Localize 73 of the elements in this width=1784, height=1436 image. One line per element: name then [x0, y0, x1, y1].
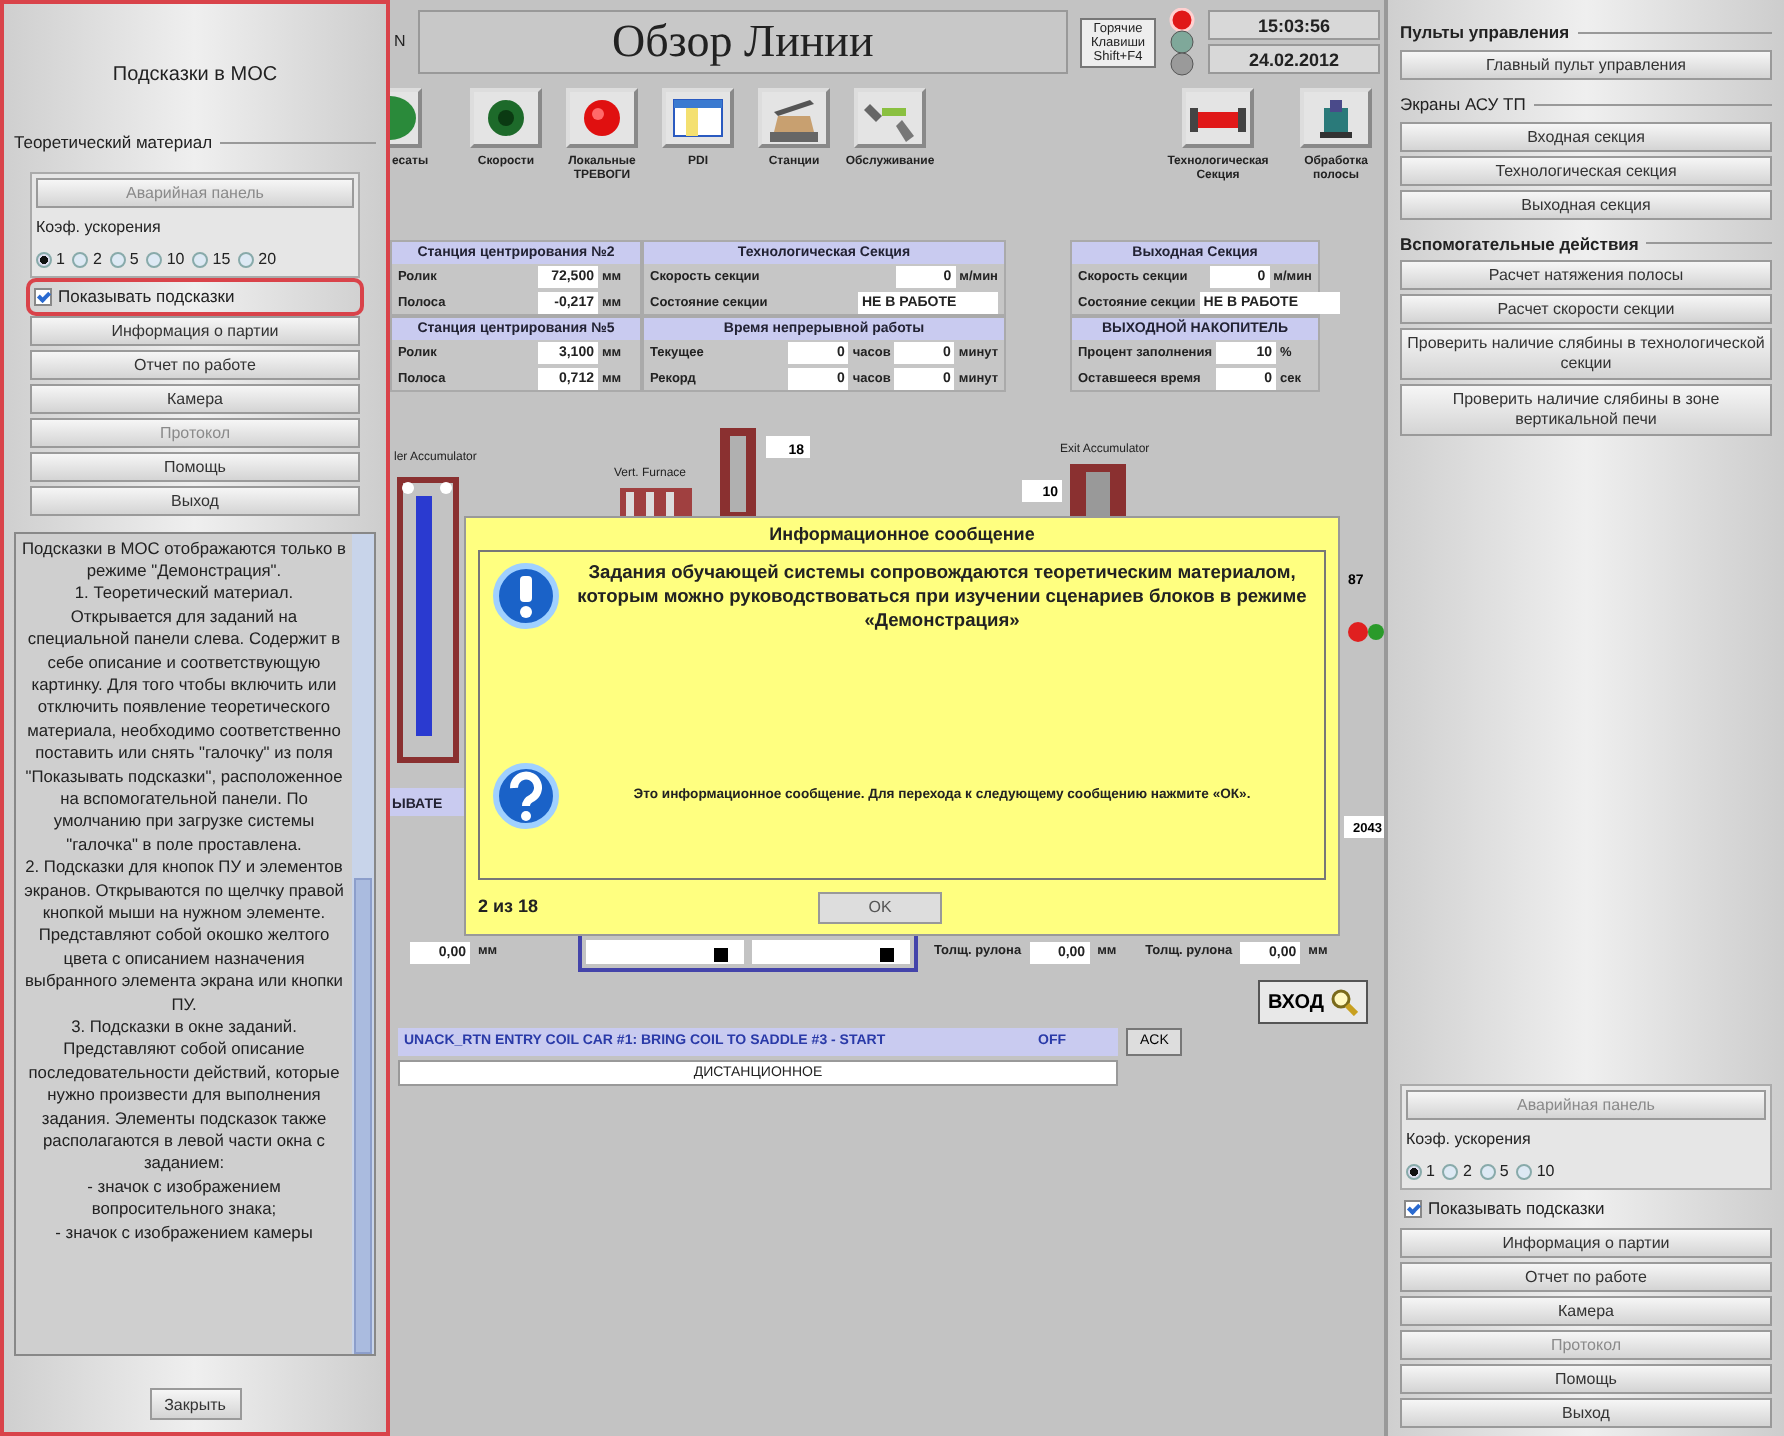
help-paragraph: - значок с изображением камеры	[53, 1221, 315, 1245]
group-title: Теоретический материал	[14, 130, 213, 156]
speed-radio[interactable]: 1	[1406, 1160, 1435, 1185]
panel-button[interactable]: Камера	[30, 383, 360, 413]
furnace-drawing	[620, 488, 692, 516]
close-button[interactable]: Закрыть	[149, 1388, 241, 1420]
panel-button[interactable]: Проверить наличие слябины в зоне вертикальной печи	[1400, 384, 1772, 437]
value-field	[766, 436, 810, 458]
speed-label: Коэф. ускорения	[36, 215, 163, 240]
panel-button[interactable]: Расчет натяжения полосы	[1400, 260, 1772, 291]
magnifier-icon	[1330, 988, 1358, 1016]
dialog-title: Информационное сообщение	[767, 522, 1037, 548]
panel-button[interactable]: Камера	[1400, 1296, 1772, 1326]
header-label: N	[394, 30, 406, 54]
speed-radio[interactable]: 20	[238, 247, 277, 272]
ok-button[interactable]: OK	[818, 891, 942, 923]
toolbar-button[interactable]	[470, 88, 542, 148]
page-counter: 2 из 18	[478, 893, 541, 920]
screen-title: Обзор Линии	[417, 10, 1068, 74]
signal-lamps-icon	[1168, 8, 1196, 76]
hints-checkbox[interactable]: Показывать подсказки	[30, 281, 360, 311]
panel-button[interactable]: Главный пульт управления	[1400, 49, 1772, 80]
speed-radio[interactable]: 2	[1442, 1160, 1472, 1185]
panel-button[interactable]: Выходная секция	[1400, 189, 1772, 219]
panel-button[interactable]: Проверить наличие слябины в технологической секции	[1400, 328, 1772, 381]
help-paragraph: 3. Подсказки в окне заданий. Представляют собой описание последовательности действий, которые нужно произвести для выполнения задания. Элементы подсказок также располагаются в левой части окна с заданием:	[26, 1016, 342, 1176]
panel-button[interactable]: Выход	[30, 485, 360, 515]
speed-radio[interactable]: 10	[146, 247, 185, 272]
speed-radio[interactable]: 10	[1516, 1160, 1555, 1185]
panel-button[interactable]: Технологическая секция	[1400, 155, 1772, 185]
panel-button[interactable]: Отчет по работе	[1400, 1262, 1772, 1292]
panel-button[interactable]: Входная секция	[1400, 121, 1772, 151]
group-title: Пульты управления	[1400, 20, 1570, 46]
toolbar-button[interactable]	[1300, 88, 1372, 148]
toolbar-button[interactable]	[1182, 88, 1254, 148]
panel-button[interactable]: Помощь	[30, 451, 360, 481]
band-header	[390, 788, 464, 816]
help-paragraph: Подсказки в МОС отображаются только в режиме "Демонстрация".	[22, 537, 346, 583]
speed-radio[interactable]: 1	[36, 247, 65, 272]
speed-radio[interactable]: 5	[109, 247, 139, 272]
panel-button[interactable]: Отчет по работе	[30, 349, 360, 379]
clock-time: 15:03:56	[1208, 10, 1380, 40]
toolbar-button[interactable]	[662, 88, 734, 148]
group-title: Вспомогательные действия	[1400, 231, 1639, 257]
value-field	[1344, 816, 1384, 838]
help-paragraph: 1. Теоретический материал. Открывается для заданий на специальной панели слева. Содержит в себе описание и соответствующую картинку. Для того чтобы включить или отключить появление теоретического материала, необходимо соответственно поставить или снять "галочку" из поля "Показывать подсказки", расположенное на вспомогательной панели. По умолчанию при загрузке системы "галочка" в поле проставлена.	[23, 582, 345, 857]
enter-button[interactable]: ВХОД	[1257, 980, 1368, 1024]
scrollbar[interactable]	[352, 533, 374, 1354]
valve-icon	[1348, 622, 1384, 642]
help-paragraph: 2. Подсказки для кнопок ПУ и элементов экранов. Открываются по щелчку правой кнопкой мыши на нужном элементе. Представляют собой окошко желтого цвета с описанием назначения выбранного элемента экрана или кнопки ПУ.	[22, 856, 346, 1017]
clock-date: 24.02.2012	[1208, 44, 1380, 74]
question-icon	[492, 761, 560, 829]
speed-radio[interactable]: 5	[1479, 1160, 1509, 1185]
message-text: Задания обучающей системы сопровождаются теоретическим материалом, которым можно руководствоваться при изучении сценариев блоков в режиме «Демонстрация»	[575, 559, 1309, 631]
speed-radio[interactable]: 2	[72, 247, 102, 272]
group-title: Экраны АСУ ТП	[1400, 91, 1526, 117]
speed-label: Коэф. ускорения	[1406, 1128, 1533, 1153]
marker-icon	[714, 948, 728, 962]
value-field	[1022, 480, 1062, 502]
toolbar-button[interactable]	[854, 88, 926, 148]
warning-icon	[492, 561, 560, 629]
marker-icon	[880, 948, 894, 962]
hints-checkbox[interactable]: Показывать подсказки	[1400, 1194, 1772, 1224]
panel-button[interactable]: Помощь	[1400, 1364, 1772, 1394]
tower-drawing	[720, 428, 756, 516]
panel-title: Подсказки в МОС	[110, 62, 280, 90]
help-paragraph: - значок с изображением вопросительного знака;	[85, 1175, 283, 1222]
panel-button[interactable]: Расчет скорости секции	[1400, 294, 1772, 325]
speed-radio[interactable]: 15	[192, 247, 231, 272]
panel-button[interactable]: Информация о партии	[30, 315, 360, 345]
toolbar-button[interactable]	[758, 88, 830, 148]
panel-button[interactable]: Выход	[1400, 1398, 1772, 1428]
panel-button[interactable]: Информация о партии	[1400, 1228, 1772, 1258]
